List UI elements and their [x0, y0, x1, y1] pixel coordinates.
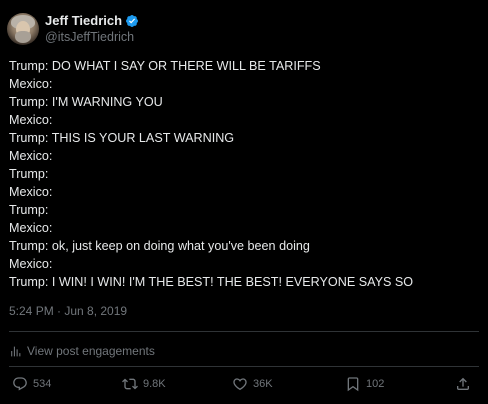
repost-button[interactable]: 9.8K: [122, 376, 166, 392]
post-line: Trump: I WIN! I WIN! I'M THE BEST! THE B…: [9, 275, 414, 289]
view-engagements-link[interactable]: View post engagements: [9, 344, 155, 358]
like-count: 36K: [253, 378, 273, 390]
divider-bottom: [9, 366, 479, 367]
display-name-row: Jeff Tiedrich: [45, 13, 139, 29]
like-button[interactable]: 36K: [232, 376, 273, 392]
reply-count: 534: [33, 378, 52, 390]
post-line: Trump:: [9, 203, 49, 217]
post-line: Mexico:: [9, 113, 53, 127]
divider-top: [9, 331, 479, 332]
post-line: Mexico:: [9, 257, 53, 271]
share-icon: [457, 377, 469, 390]
post-line: Mexico:: [9, 185, 53, 199]
post-line: Mexico:: [9, 77, 53, 91]
repost-icon: [122, 378, 138, 390]
author-names: Jeff Tiedrich @itsJeffTiedrich: [45, 13, 139, 45]
post-header: Jeff Tiedrich @itsJeffTiedrich: [7, 13, 139, 45]
view-engagements-label: View post engagements: [27, 344, 155, 358]
post-timestamp[interactable]: 5:24 PM · Jun 8, 2019: [9, 304, 127, 318]
action-bar: 534 9.8K 36K 102: [9, 376, 479, 396]
post-line: Trump:: [9, 167, 49, 181]
display-name[interactable]: Jeff Tiedrich: [45, 13, 122, 29]
bookmark-button[interactable]: 102: [345, 376, 384, 392]
reply-icon: [13, 377, 27, 391]
bar-chart-icon: [11, 346, 21, 356]
heart-icon: [233, 378, 247, 391]
bookmark-icon: [347, 377, 359, 392]
repost-count: 9.8K: [143, 378, 166, 390]
post-line: Trump: DO WHAT I SAY OR THERE WILL BE TA…: [9, 59, 321, 73]
avatar-beard: [15, 31, 31, 43]
post-line: Mexico:: [9, 221, 53, 235]
verified-check-icon: [126, 15, 139, 27]
post-line: Trump: I'M WARNING YOU: [9, 95, 163, 109]
post-text: Trump: DO WHAT I SAY OR THERE WILL BE TA…: [9, 57, 479, 291]
post-line: Mexico:: [9, 149, 53, 163]
author-handle[interactable]: @itsJeffTiedrich: [45, 29, 139, 45]
post-line: Trump: ok, just keep on doing what you'v…: [9, 239, 310, 253]
bookmark-count: 102: [366, 378, 385, 390]
avatar[interactable]: [7, 13, 39, 45]
post-line: Trump: THIS IS YOUR LAST WARNING: [9, 131, 235, 145]
share-button[interactable]: [455, 376, 476, 392]
reply-button[interactable]: 534: [12, 376, 51, 392]
